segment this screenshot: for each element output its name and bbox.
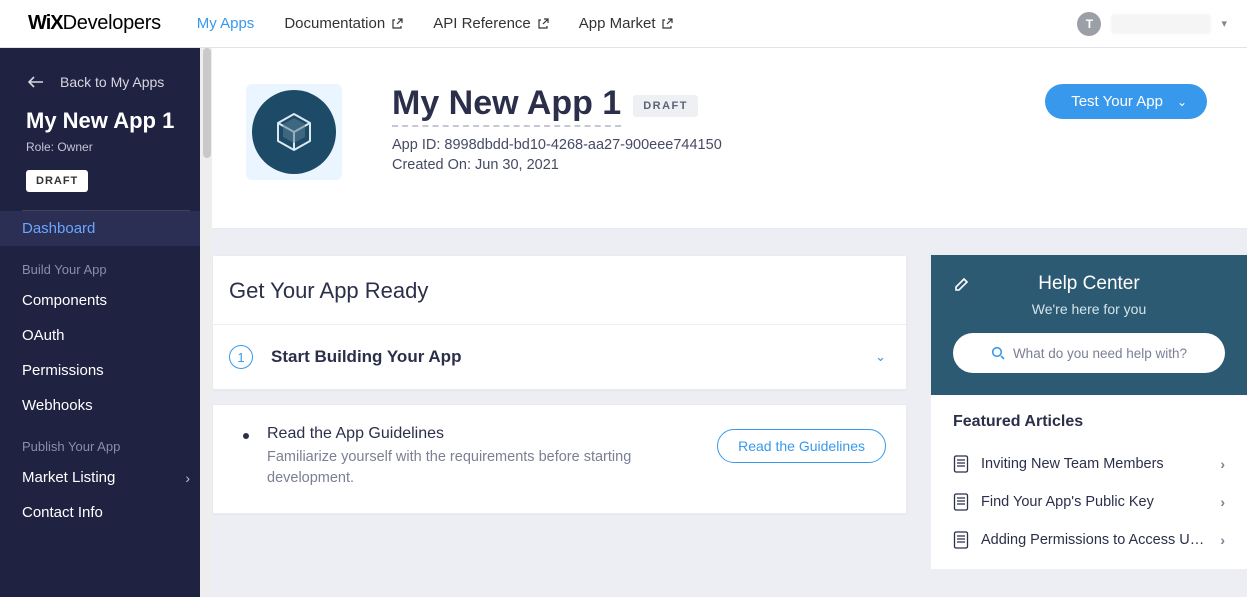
help-subtitle: We're here for you bbox=[953, 301, 1225, 317]
sidebar-scrollbar-thumb[interactable] bbox=[203, 48, 211, 158]
get-ready-heading: Get Your App Ready bbox=[213, 256, 906, 325]
guidelines-card: Read the App Guidelines Familiarize your… bbox=[212, 404, 907, 514]
article-label: Adding Permissions to Access User ... bbox=[981, 532, 1208, 548]
brand-bold: WiX bbox=[28, 12, 63, 34]
app-draft-badge: DRAFT bbox=[633, 95, 698, 117]
search-icon bbox=[991, 346, 1005, 360]
article-label: Inviting New Team Members bbox=[981, 456, 1208, 472]
chevron-right-icon: › bbox=[185, 470, 190, 486]
sidebar-item-label: Market Listing bbox=[22, 469, 115, 486]
chevron-right-icon: › bbox=[1220, 494, 1225, 510]
article-inviting-team-members[interactable]: Inviting New Team Members › bbox=[953, 445, 1225, 483]
sidebar-item-label: OAuth bbox=[22, 327, 65, 344]
button-label: Test Your App bbox=[1071, 93, 1163, 110]
content-row: Get Your App Ready 1 Start Building Your… bbox=[212, 229, 1247, 569]
help-body: Featured Articles Inviting New Team Memb… bbox=[931, 395, 1247, 569]
sidebar-draft-badge: DRAFT bbox=[26, 170, 88, 192]
document-icon bbox=[953, 455, 969, 473]
sidebar-item-oauth[interactable]: OAuth bbox=[0, 318, 212, 353]
chevron-down-icon: ⌄ bbox=[1177, 95, 1187, 109]
help-title: Help Center bbox=[953, 273, 1225, 295]
document-icon bbox=[953, 493, 969, 511]
nav-documentation[interactable]: Documentation bbox=[284, 15, 403, 32]
sidebar-item-label: Contact Info bbox=[22, 504, 103, 521]
app-icon-circle bbox=[252, 90, 336, 174]
sidebar-item-market-listing[interactable]: Market Listing › bbox=[0, 460, 212, 495]
nav-api-reference[interactable]: API Reference bbox=[433, 15, 549, 32]
nav-label: Documentation bbox=[284, 15, 385, 32]
document-icon bbox=[953, 531, 969, 549]
external-link-icon bbox=[391, 18, 403, 30]
step-start-building[interactable]: 1 Start Building Your App ⌄ bbox=[213, 325, 906, 389]
app-title[interactable]: My New App 1 bbox=[392, 84, 621, 127]
sidebar-role: Role: Owner bbox=[0, 136, 212, 156]
help-search-input[interactable]: What do you need help with? bbox=[953, 333, 1225, 373]
get-ready-card: Get Your App Ready 1 Start Building Your… bbox=[212, 255, 907, 390]
nav-label: API Reference bbox=[433, 15, 531, 32]
nav-label: App Market bbox=[579, 15, 656, 32]
top-nav: WiXDevelopers My Apps Documentation API … bbox=[0, 0, 1247, 48]
user-name-redacted bbox=[1111, 14, 1211, 34]
guidelines-title: Read the App Guidelines bbox=[267, 425, 699, 443]
sidebar-item-components[interactable]: Components bbox=[0, 283, 212, 318]
sidebar-item-webhooks[interactable]: Webhooks bbox=[0, 388, 212, 423]
sidebar-item-permissions[interactable]: Permissions bbox=[0, 353, 212, 388]
back-to-my-apps[interactable]: Back to My Apps bbox=[0, 48, 212, 106]
left-column: Get Your App Ready 1 Start Building Your… bbox=[212, 255, 907, 569]
step-number: 1 bbox=[229, 345, 253, 369]
featured-articles-heading: Featured Articles bbox=[953, 413, 1225, 431]
chevron-down-icon[interactable]: ▾ bbox=[1221, 17, 1227, 30]
brand-rest: Developers bbox=[63, 12, 161, 34]
help-center: Help Center We're here for you What do y… bbox=[931, 255, 1247, 569]
app-meta: My New App 1 DRAFT App ID: 8998dbdd-bd10… bbox=[392, 84, 995, 173]
guidelines-text: Read the App Guidelines Familiarize your… bbox=[267, 425, 699, 489]
avatar[interactable]: T bbox=[1077, 12, 1101, 36]
external-link-icon bbox=[661, 18, 673, 30]
sidebar-item-contact-info[interactable]: Contact Info bbox=[0, 495, 212, 530]
help-header: Help Center We're here for you What do y… bbox=[931, 255, 1247, 395]
chevron-right-icon: › bbox=[1220, 456, 1225, 472]
app-icon bbox=[246, 84, 342, 180]
sidebar-item-dashboard[interactable]: Dashboard bbox=[0, 211, 212, 246]
guidelines-description: Familiarize yourself with the requiremen… bbox=[267, 447, 667, 489]
sidebar: Back to My Apps My New App 1 Role: Owner… bbox=[0, 48, 212, 597]
sidebar-item-label: Components bbox=[22, 292, 107, 309]
edit-icon[interactable] bbox=[953, 275, 971, 293]
app-id-line: App ID: 8998dbdd-bd10-4268-aa27-900eee74… bbox=[392, 137, 995, 153]
sidebar-scrollbar-track[interactable] bbox=[200, 48, 212, 597]
sidebar-app-name: My New App 1 bbox=[0, 106, 212, 136]
bullet-icon bbox=[243, 433, 249, 439]
app-header-card: My New App 1 DRAFT App ID: 8998dbdd-bd10… bbox=[212, 48, 1247, 229]
top-nav-links: My Apps Documentation API Reference App … bbox=[197, 15, 674, 32]
main-area: My New App 1 DRAFT App ID: 8998dbdd-bd10… bbox=[212, 48, 1247, 597]
sidebar-item-label: Webhooks bbox=[22, 397, 93, 414]
top-nav-right: T ▾ bbox=[1077, 12, 1227, 36]
external-link-icon bbox=[537, 18, 549, 30]
article-label: Find Your App's Public Key bbox=[981, 494, 1208, 510]
nav-my-apps[interactable]: My Apps bbox=[197, 15, 255, 32]
article-public-key[interactable]: Find Your App's Public Key › bbox=[953, 483, 1225, 521]
arrow-left-icon bbox=[28, 76, 44, 88]
nav-app-market[interactable]: App Market bbox=[579, 15, 674, 32]
test-your-app-button[interactable]: Test Your App ⌄ bbox=[1045, 84, 1207, 119]
sidebar-item-label: Dashboard bbox=[22, 220, 95, 237]
chevron-down-icon: ⌄ bbox=[875, 349, 886, 365]
cube-icon bbox=[272, 110, 316, 154]
sidebar-item-label: Permissions bbox=[22, 362, 104, 379]
nav-label: My Apps bbox=[197, 15, 255, 32]
back-label: Back to My Apps bbox=[60, 74, 164, 90]
article-adding-permissions[interactable]: Adding Permissions to Access User ... › bbox=[953, 521, 1225, 559]
sidebar-section-build: Build Your App bbox=[0, 246, 212, 283]
app-created-line: Created On: Jun 30, 2021 bbox=[392, 157, 995, 173]
brand-logo[interactable]: WiXDevelopers bbox=[28, 12, 161, 35]
search-placeholder: What do you need help with? bbox=[1013, 346, 1187, 361]
sidebar-section-publish: Publish Your App bbox=[0, 423, 212, 460]
read-guidelines-button[interactable]: Read the Guidelines bbox=[717, 429, 886, 463]
step-title: Start Building Your App bbox=[271, 347, 461, 367]
chevron-right-icon: › bbox=[1220, 532, 1225, 548]
